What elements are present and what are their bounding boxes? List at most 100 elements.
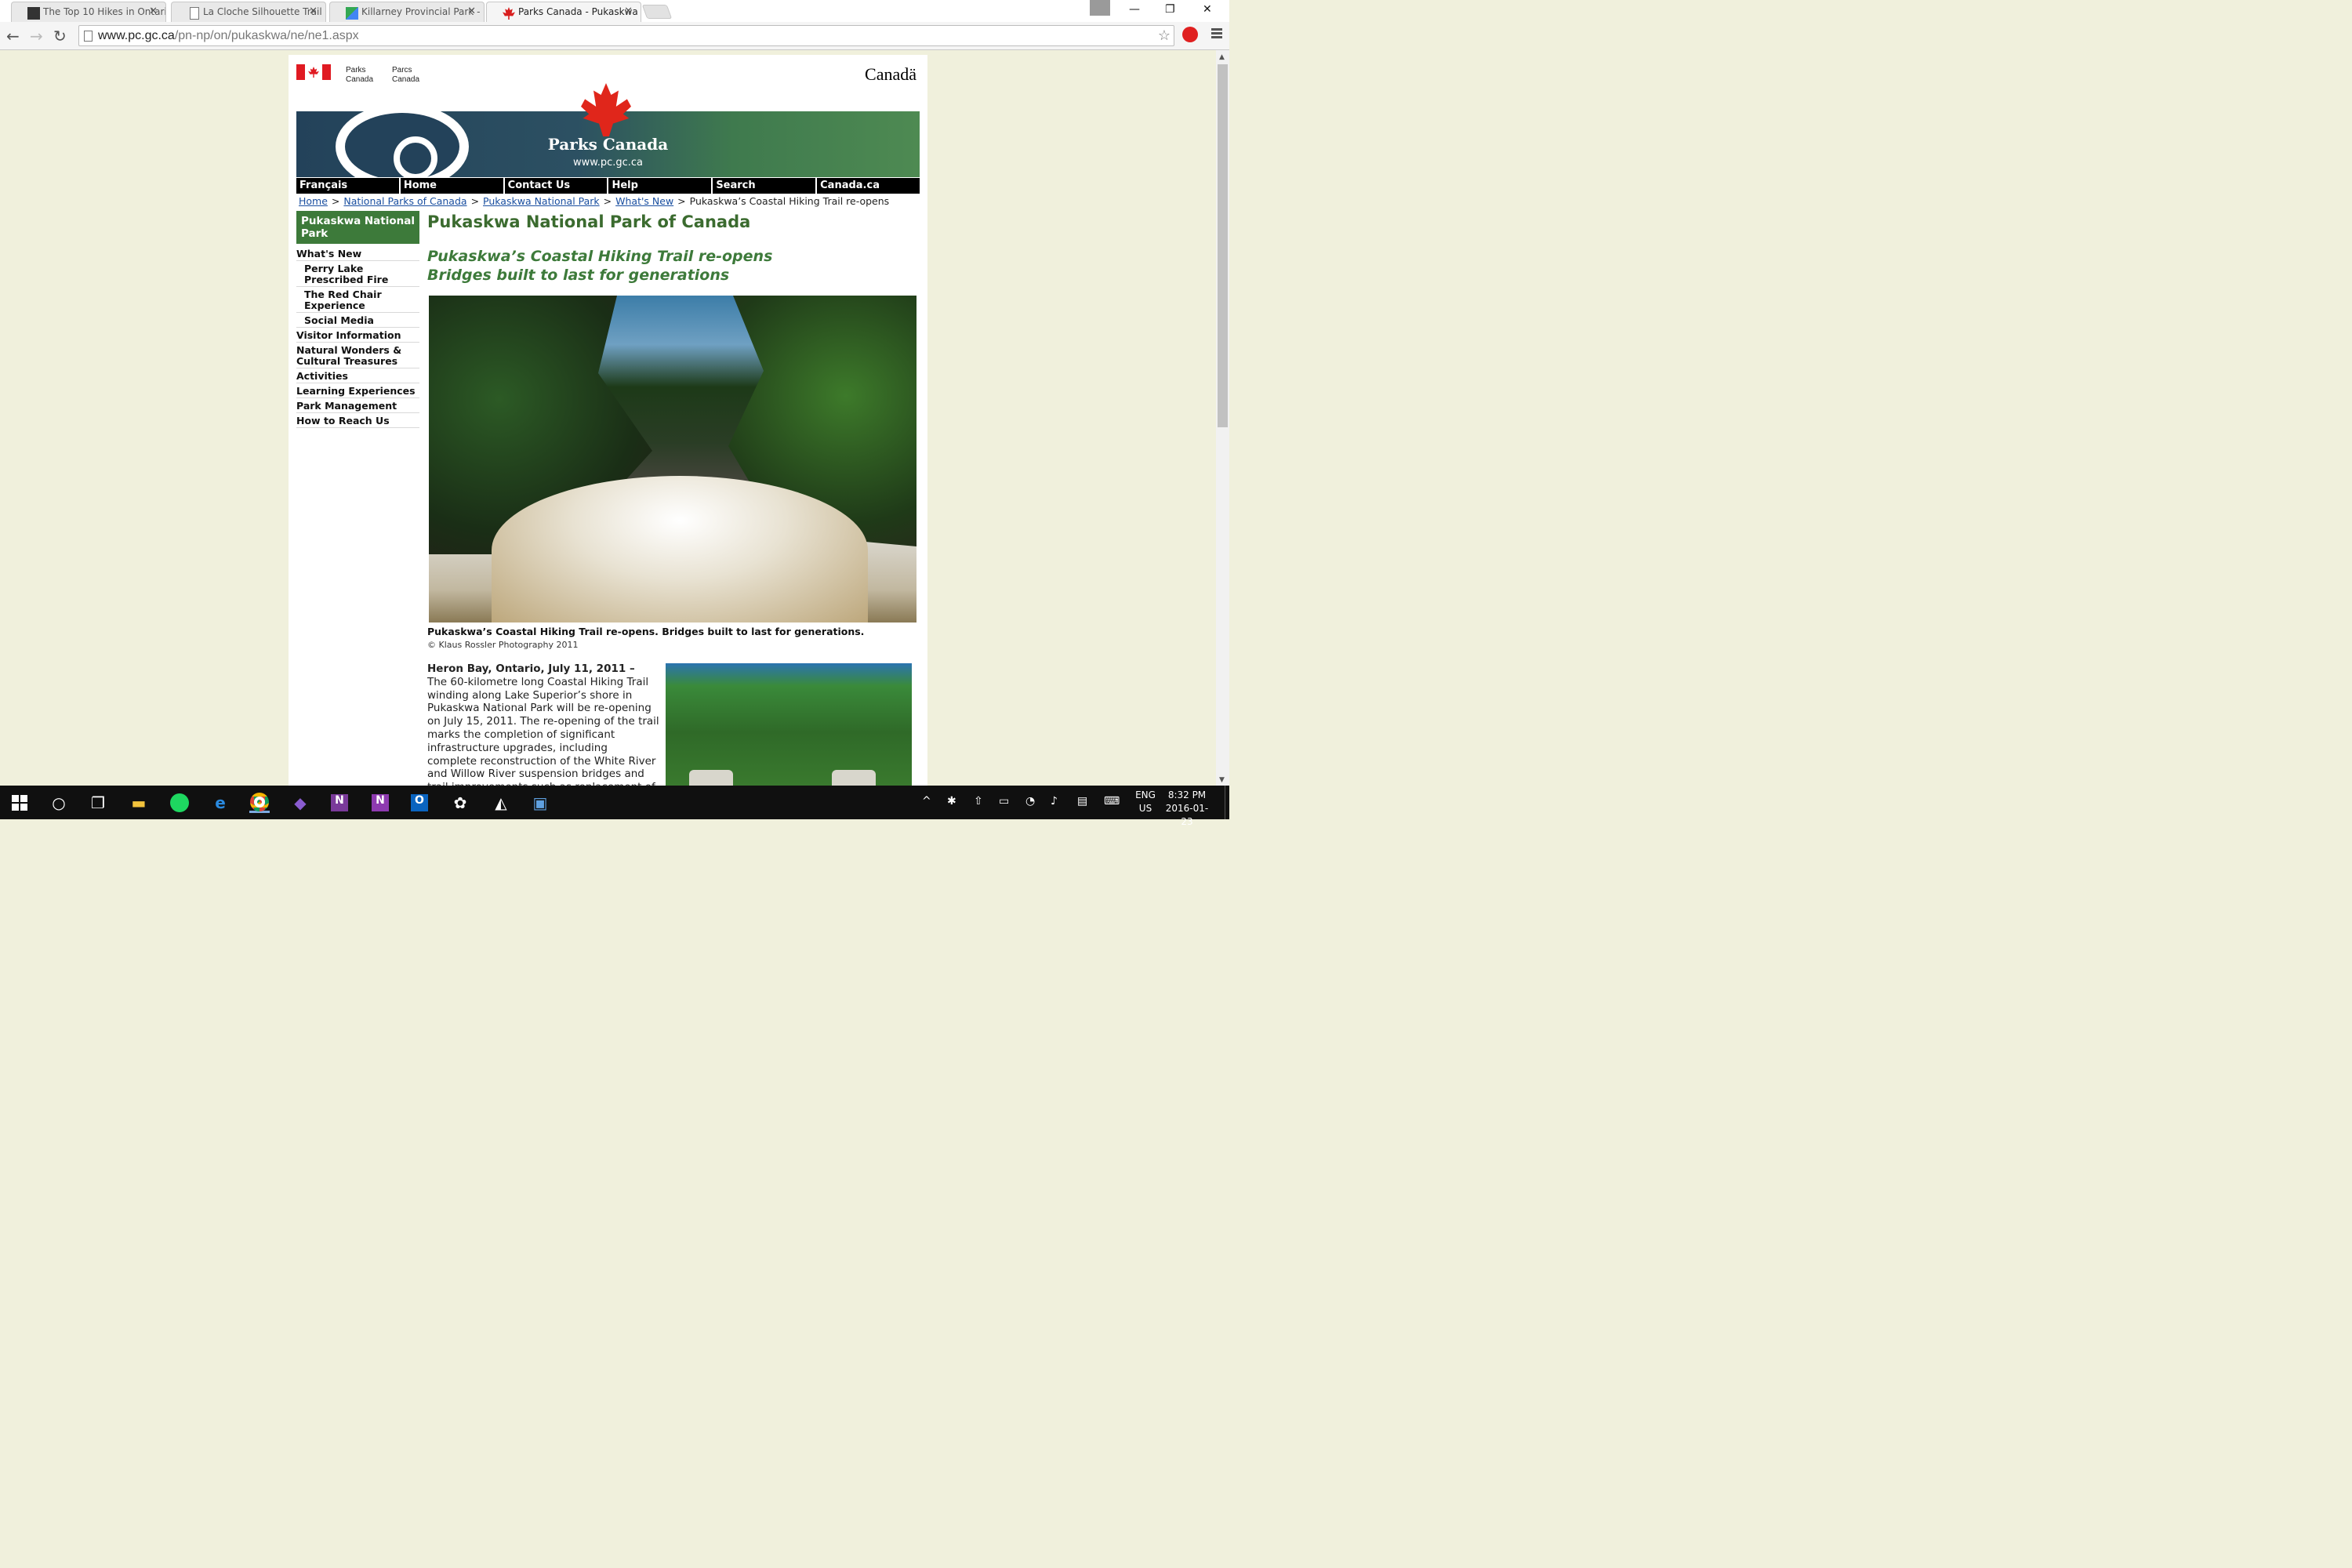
sidebar-heading[interactable]: Pukaskwa National Park	[296, 211, 419, 244]
tab-parks-canada[interactable]: Parks Canada - Pukaskwa N ✕	[486, 2, 641, 22]
clock-time: 8:32 PM	[1167, 789, 1207, 800]
nav-search[interactable]: Search	[713, 178, 818, 194]
main-nav: Français Home Contact Us Help Search Can…	[296, 178, 920, 194]
river-gorge-photo	[429, 296, 916, 622]
canada-wordmark: Canadä	[865, 64, 916, 84]
breadcrumb-home[interactable]: Home	[299, 195, 328, 207]
system-clock[interactable]: 8:32 PM 2016-01-23	[1162, 789, 1212, 829]
tab-killarney[interactable]: Killarney Provincial Park - ( ✕	[329, 2, 485, 22]
bookmark-star-icon[interactable]: ☆	[1158, 27, 1171, 44]
subtitle-line-1: Pukaskwa’s Coastal Hiking Trail re-opens	[427, 248, 773, 265]
sidebar-item-activities[interactable]: Activities	[296, 368, 419, 383]
sidebar-item-whats-new[interactable]: What's New	[296, 246, 419, 261]
close-icon[interactable]: ✕	[309, 5, 318, 17]
tray-chevron-icon[interactable]: ^	[922, 795, 931, 808]
sidebar-item-red-chair[interactable]: The Red Chair Experience	[296, 287, 419, 313]
nav-canada-ca[interactable]: Canada.ca	[817, 178, 920, 194]
user-profile-icon[interactable]	[1090, 0, 1110, 16]
url-host: www.pc.gc.ca	[98, 29, 175, 42]
volume-icon[interactable]: ♪	[1051, 795, 1058, 808]
main-content: Pukaskwa National Park of Canada Pukaskw…	[427, 212, 921, 786]
action-center-icon[interactable]: ▤	[1077, 795, 1087, 808]
maple-leaf-icon	[503, 7, 515, 20]
tray-upload-icon[interactable]: ⇧	[974, 795, 983, 808]
browser-tab-bar: The Top 10 Hikes in Ontari ✕ La Cloche S…	[0, 0, 1229, 22]
chrome-menu-icon[interactable]	[1211, 28, 1222, 39]
outlook-icon[interactable]: O	[409, 793, 430, 813]
scroll-up-arrow-icon[interactable]: ▲	[1219, 53, 1225, 61]
fip-fr-line-1: Parcs	[392, 66, 412, 74]
close-icon[interactable]: ✕	[624, 5, 633, 17]
maps-icon	[346, 7, 358, 20]
page-container: Parks Canada Parcs Canada Canadä Parks C…	[289, 55, 927, 786]
photo-caption: Pukaskwa’s Coastal Hiking Trail re-opens…	[427, 626, 865, 637]
sidebar-item-visitor-info[interactable]: Visitor Information	[296, 328, 419, 343]
unity-icon[interactable]: ◭	[491, 793, 511, 813]
cortana-icon[interactable]: ○	[49, 793, 69, 813]
url-path: /pn-np/on/pukaskwa/ne/ne1.aspx	[174, 29, 359, 42]
nav-francais[interactable]: Français	[296, 178, 401, 194]
wifi-icon[interactable]: ◔	[1025, 795, 1035, 808]
page-title: Pukaskwa National Park of Canada	[427, 212, 751, 231]
windows-taskbar: ○ ❐ ▬ e ◆ N N O ✿ ◭ ▣ ^ ✱ ⇧ ▭ ◔ ♪ ▤ ⌨ EN…	[0, 786, 1229, 827]
windows-start-icon[interactable]	[9, 793, 30, 813]
page-info-icon[interactable]	[84, 31, 93, 42]
scroll-down-arrow-icon[interactable]: ▼	[1219, 776, 1225, 784]
hiking-site-icon	[27, 7, 40, 20]
fip-en-line-2: Canada	[346, 75, 374, 84]
article-body: Heron Bay, Ontario, July 11, 2011 – The …	[427, 662, 659, 786]
battery-icon[interactable]: ▭	[999, 795, 1009, 808]
file-explorer-icon[interactable]: ▬	[129, 793, 149, 813]
show-desktop-button[interactable]	[1225, 786, 1229, 819]
remote-desktop-icon[interactable]: ▣	[530, 793, 550, 813]
minimize-icon[interactable]: —	[1129, 3, 1140, 16]
tab-la-cloche[interactable]: La Cloche Silhouette Trail ✕	[171, 2, 326, 22]
settings-app-icon[interactable]: ✿	[450, 793, 470, 813]
page-scrollbar[interactable]: ▲ ▼	[1216, 50, 1229, 786]
new-tab-button[interactable]	[641, 5, 673, 19]
visual-studio-icon[interactable]: ◆	[290, 793, 310, 813]
restore-icon[interactable]: ❐	[1165, 3, 1175, 16]
browser-toolbar: ← → ↻ www.pc.gc.ca/pn-np/on/pukaskwa/ne/…	[0, 22, 1229, 50]
sidebar-item-natural-wonders[interactable]: Natural Wonders & Cultural Treasures	[296, 343, 419, 368]
breadcrumb-pukaskwa[interactable]: Pukaskwa National Park	[483, 195, 600, 207]
keyboard-icon[interactable]: ⌨	[1104, 795, 1120, 808]
reload-icon[interactable]: ↻	[53, 27, 67, 45]
adblock-extension-icon[interactable]	[1182, 27, 1198, 42]
breadcrumb-national-parks[interactable]: National Parks of Canada	[343, 195, 466, 207]
close-icon[interactable]: ✕	[467, 5, 476, 17]
breadcrumb: Home > National Parks of Canada > Pukaskwa N…	[299, 195, 890, 207]
nav-contact-us[interactable]: Contact Us	[505, 178, 609, 194]
onenote-icon[interactable]: N	[329, 793, 350, 813]
sidebar-item-social-media[interactable]: Social Media	[296, 313, 419, 328]
page-icon	[190, 7, 199, 20]
task-view-icon[interactable]: ❐	[88, 793, 108, 813]
spotify-icon[interactable]	[169, 793, 190, 813]
banner-title: Parks Canada	[547, 135, 669, 154]
back-arrow-icon[interactable]: ←	[6, 27, 20, 45]
article-subtitle: Pukaskwa’s Coastal Hiking Trail re-opens…	[427, 247, 921, 285]
nav-home[interactable]: Home	[401, 178, 505, 194]
page-viewport: Parks Canada Parcs Canada Canadä Parks C…	[0, 50, 1216, 786]
nav-help[interactable]: Help	[608, 178, 713, 194]
bridge-photo	[666, 663, 912, 786]
edge-icon[interactable]: e	[210, 793, 230, 813]
sidebar-item-how-to-reach[interactable]: How to Reach Us	[296, 413, 419, 428]
input-language[interactable]: ENG US	[1134, 789, 1157, 815]
onenote-2-icon[interactable]: N	[370, 793, 390, 813]
window-close-icon[interactable]: ✕	[1203, 3, 1212, 16]
scrollbar-thumb[interactable]	[1218, 64, 1228, 427]
tab-top-10-hikes[interactable]: The Top 10 Hikes in Ontari ✕	[11, 2, 166, 22]
sidebar-item-park-management[interactable]: Park Management	[296, 398, 419, 413]
close-icon[interactable]: ✕	[149, 5, 158, 17]
forward-arrow-icon[interactable]: →	[30, 27, 43, 45]
banner-url: www.pc.gc.ca	[572, 157, 643, 169]
chrome-icon[interactable]	[249, 792, 270, 813]
address-bar[interactable]: www.pc.gc.ca/pn-np/on/pukaskwa/ne/ne1.as…	[78, 25, 1174, 46]
dateline: Heron Bay, Ontario, July 11, 2011 –	[427, 662, 635, 675]
breadcrumb-whats-new[interactable]: What's New	[615, 195, 673, 207]
breadcrumb-current: Pukaskwa’s Coastal Hiking Trail re-opens	[689, 195, 890, 207]
tray-gear-icon[interactable]: ✱	[947, 795, 956, 808]
sidebar-item-learning[interactable]: Learning Experiences	[296, 383, 419, 398]
sidebar-item-perry-lake[interactable]: Perry Lake Prescribed Fire	[296, 261, 419, 287]
